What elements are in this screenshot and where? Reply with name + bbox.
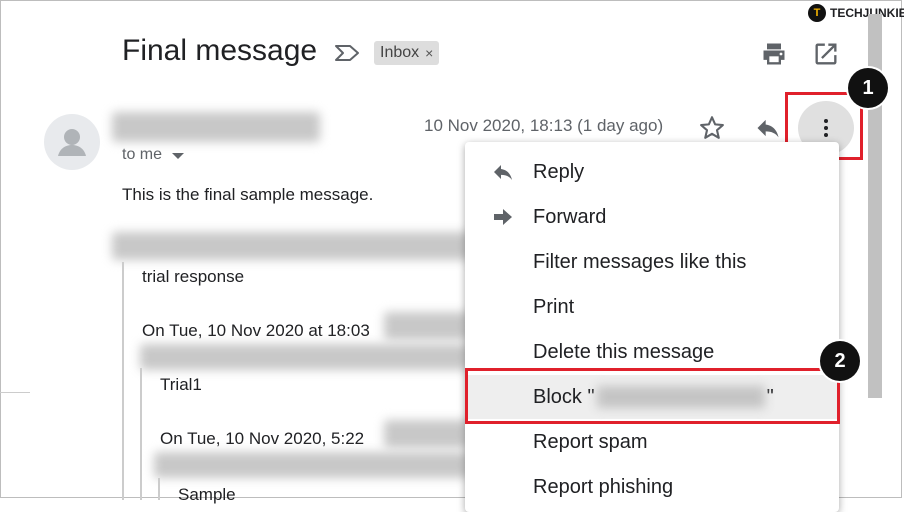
menu-item-label: Delete this message [533, 340, 715, 363]
menu-item-report-spam[interactable]: Report spam [465, 420, 839, 464]
sender-avatar[interactable] [44, 114, 100, 170]
reply-icon[interactable] [754, 114, 782, 142]
menu-item-label: Forward [533, 205, 607, 228]
print-icon[interactable] [760, 40, 788, 68]
quote-bar [140, 368, 142, 500]
quoted-text-line: trial response [142, 267, 245, 286]
quote-bar [158, 478, 160, 500]
sender-name-blurred [112, 112, 320, 142]
default-avatar-icon [58, 129, 86, 156]
star-icon[interactable] [698, 114, 726, 142]
techjunkie-logo: T TECHJUNKIE [808, 3, 904, 23]
menu-item-label: Block " " [533, 386, 774, 409]
menu-item-delete[interactable]: Delete this message [465, 330, 839, 374]
email-subject: Final message [122, 34, 318, 67]
quoted-text-line: Trial1 [160, 375, 202, 394]
quoted-text-line: On Tue, 10 Nov 2020, 5:22 [160, 429, 365, 448]
more-options-menu: Reply Forward Filter messages like this … [465, 142, 839, 512]
menu-item-filter-messages[interactable]: Filter messages like this [465, 240, 839, 284]
menu-item-forward[interactable]: Forward [465, 195, 839, 239]
quote-bar [122, 262, 124, 500]
label-chip-inbox: Inbox × [374, 41, 440, 65]
menu-item-label: Filter messages like this [533, 250, 747, 273]
divider [0, 392, 30, 393]
forward-arrow-icon [494, 209, 512, 225]
menu-item-block-sender[interactable]: Block " " [465, 375, 839, 419]
quoted-sender-blurred [140, 344, 470, 370]
step-badge-2: 2 [820, 341, 860, 381]
menu-item-label: Report phishing [533, 475, 674, 498]
more-vert-icon [824, 119, 828, 137]
menu-item-report-phishing[interactable]: Report phishing [465, 465, 839, 509]
message-body: This is the final sample message. [122, 185, 374, 204]
message-date: 10 Nov 2020, 18:13 (1 day ago) [424, 116, 664, 135]
block-label-suffix: " [766, 385, 774, 408]
quoted-text-line: On Tue, 10 Nov 2020 at 18:03 [142, 321, 370, 340]
block-label-text: Block " [533, 385, 595, 408]
reply-icon [494, 165, 512, 180]
menu-item-label: Report spam [533, 430, 648, 453]
quoted-text-line: Sample [178, 485, 236, 504]
menu-item-reply[interactable]: Reply [465, 150, 839, 194]
menu-item-label: Print [533, 295, 575, 318]
techjunkie-logo-mark: T [808, 4, 826, 22]
importance-marker-icon[interactable] [334, 44, 360, 62]
menu-item-print[interactable]: Print [465, 285, 839, 329]
quoted-header-blurred [112, 232, 472, 260]
menu-item-label: Reply [533, 160, 585, 183]
blocked-sender-blurred [596, 386, 765, 409]
techjunkie-logo-text: TECHJUNKIE [830, 6, 904, 20]
quoted-sender-blurred [384, 312, 470, 340]
remove-label-icon[interactable]: × [425, 41, 433, 65]
caret-down-icon [172, 153, 185, 159]
label-chip-text: Inbox [380, 44, 420, 61]
recipient-text: to me [122, 146, 163, 163]
step-badge-1: 1 [848, 68, 888, 108]
recipient-details-toggle[interactable]: to me [122, 146, 185, 164]
quoted-sender-blurred [154, 452, 470, 478]
quoted-sender-blurred [384, 420, 470, 448]
open-in-new-window-icon[interactable] [812, 40, 840, 68]
